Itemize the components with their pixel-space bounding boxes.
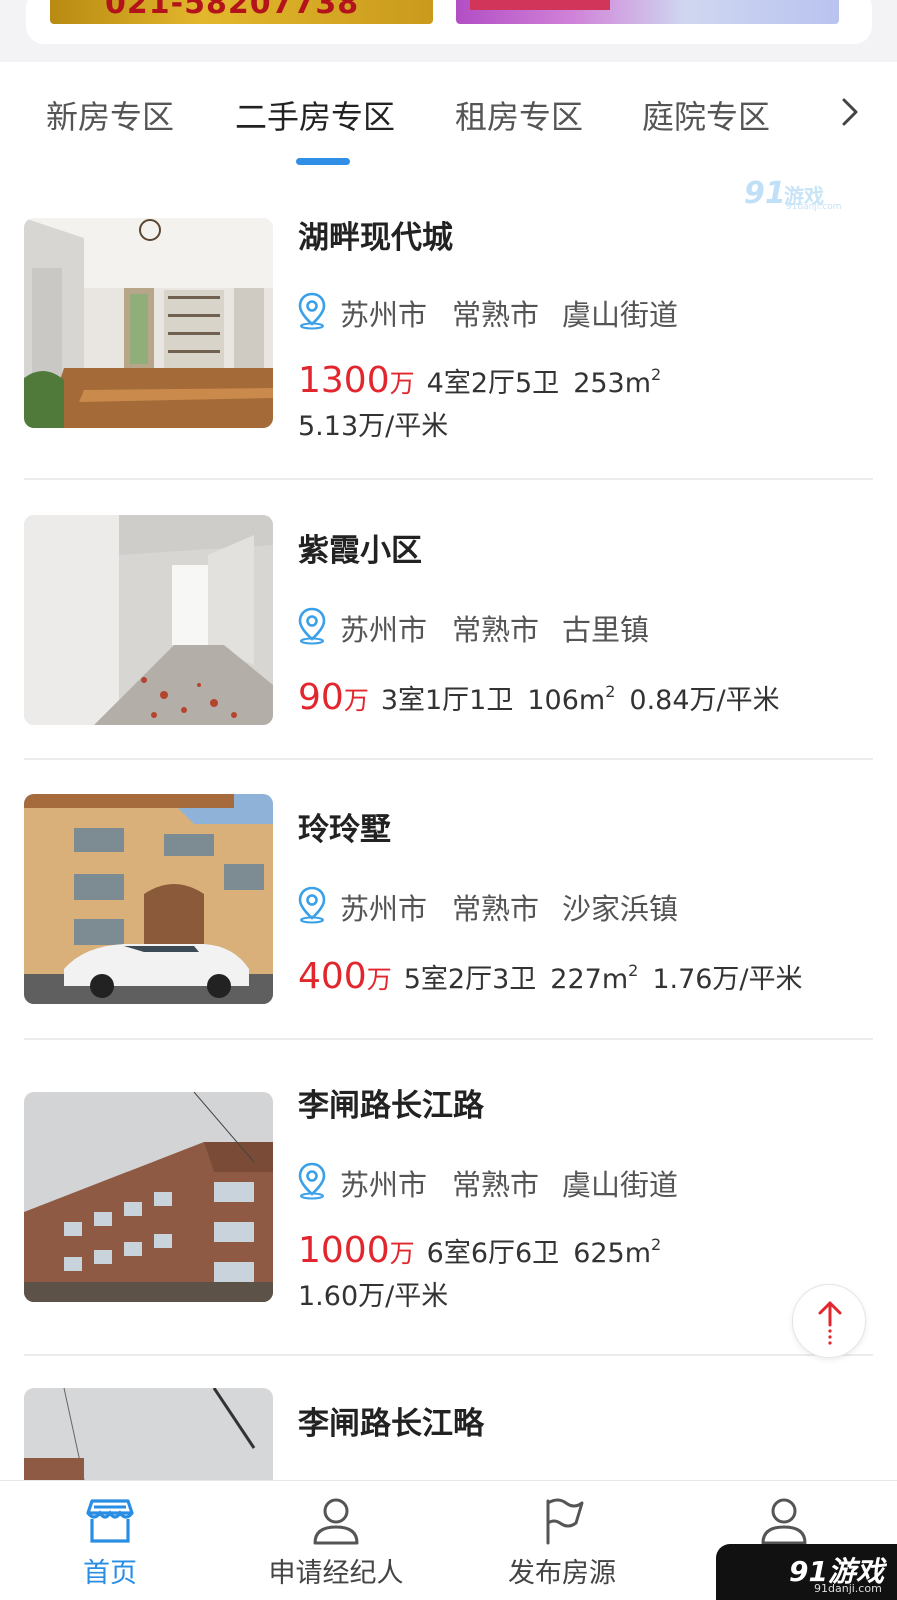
divider [24,1038,873,1040]
listing-unit-price: 1.76万/平米 [652,964,803,995]
listing-title: 紫霞小区 [298,533,422,569]
listing-layout: 5室2厅3卫 [403,964,537,995]
nav-home-label: 首页 [83,1558,137,1589]
listing-title: 李闸路长江路 [298,1088,484,1124]
flag-icon [546,1498,584,1545]
listing-photo [24,794,273,1004]
active-tab-indicator [296,158,350,165]
nav-publish-listing-label: 发布房源 [508,1558,616,1589]
chevron-right-icon[interactable] [836,92,866,132]
listing-unit-price: 1.60万/平米 [298,1281,449,1312]
listing-price-line: 1300万 4室2厅5卫 253m2 [298,360,661,401]
listing-title: 玲玲墅 [298,812,391,848]
location-pin-icon [298,292,326,330]
listing-card[interactable]: 湖畔现代城 苏州市 常熟市 虞山街道 1300万 4室2厅5卫 253m2 5.13… [0,218,897,478]
listing-layout: 6室6厅6卫 [426,1238,560,1269]
scroll-to-top-button[interactable] [792,1284,866,1358]
listing-size: 625m2 [573,1235,662,1269]
location-area: 沙家浜镇 [562,892,679,926]
divider [24,1354,873,1356]
listing-price-unit: 万 [389,369,415,398]
watermark-corner-logo: 91游戏 91danji.com [716,1544,897,1600]
banner-ad-right-graphic [470,0,610,10]
tab-rental[interactable]: 租房专区 [455,92,583,138]
profile-icon [761,1498,807,1545]
listing-photo [24,218,273,428]
location-pin-icon [298,1162,326,1200]
listing-size: 106m2 [527,682,616,716]
listing-card[interactable]: 玲玲墅 苏州市 常熟市 沙家浜镇 400万 5室2厅3卫 227m2 1.76万/平米 [0,794,897,1034]
location-pin-icon [298,886,326,924]
listing-unit-price: 5.13万/平米 [298,411,449,442]
shop-icon [86,1499,134,1543]
listing-card[interactable]: 李闸路长江略 [0,1388,897,1480]
tab-courtyard[interactable]: 庭院专区 [642,92,770,138]
listing-price-line: 400万 5室2厅3卫 227m2 1.76万/平米 [298,956,803,997]
location-area: 虞山街道 [562,298,679,332]
location-district: 常熟市 [452,613,540,647]
listing-size: 227m2 [550,961,639,995]
location-city: 苏州市 [340,892,428,926]
divider [24,478,873,480]
banner-phone-number: 021-58207738 [105,0,360,21]
listing-price: 90 [298,677,344,718]
listing-unit-price: 0.84万/平米 [629,685,780,716]
nav-apply-agent[interactable]: 申请经纪人 [236,1481,436,1600]
location-pin-icon [298,607,326,645]
listing-price: 1300 [298,360,390,401]
location-district: 常熟市 [452,1168,540,1202]
nav-publish-listing[interactable]: 发布房源 [462,1481,662,1600]
listing-card[interactable]: 李闸路长江路 苏州市 常熟市 虞山街道 1000万 6室6厅6卫 625m2 1.6… [0,1088,897,1362]
listing-price: 1000 [298,1230,390,1271]
category-tabs: 新房专区 二手房专区 租房专区 庭院专区 [0,62,897,172]
location-city: 苏州市 [340,1168,428,1202]
tab-new-house[interactable]: 新房专区 [46,92,174,138]
watermark-logo: 91 游戏 91danji.com [744,176,842,212]
listing-layout: 3室1厅1卫 [380,685,514,716]
listing-price-unit: 万 [343,686,369,715]
user-icon [313,1498,359,1545]
main-content: 新房专区 二手房专区 租房专区 庭院专区 91 游戏 91danji.com 湖… [0,62,897,1480]
listing-size: 253m2 [573,365,662,399]
location-area: 虞山街道 [562,1168,679,1202]
nav-home[interactable]: 首页 [10,1481,210,1600]
divider [24,758,873,760]
banner-ad-right[interactable] [456,0,839,24]
listing-price-line: 1000万 6室6厅6卫 625m2 [298,1230,661,1271]
location-area: 古里镇 [562,613,650,647]
nav-apply-agent-label: 申请经纪人 [268,1558,404,1589]
location-district: 常熟市 [452,298,540,332]
listing-photo [24,515,273,725]
location-city: 苏州市 [340,613,428,647]
banner-area: 021-58207738 [0,0,897,62]
listing-title: 湖畔现代城 [298,220,453,256]
listing-photo [24,1388,273,1480]
listing-card[interactable]: 紫霞小区 苏州市 常熟市 古里镇 90万 3室1厅1卫 106m2 0.84万/平米 [0,515,897,755]
listing-layout: 4室2厅5卫 [426,368,560,399]
listing-price-unit: 万 [366,965,392,994]
banner-ad-left[interactable]: 021-58207738 [50,0,433,24]
location-district: 常熟市 [452,892,540,926]
arrow-up-icon [818,1301,842,1345]
location-city: 苏州市 [340,298,428,332]
tab-second-hand[interactable]: 二手房专区 [235,92,395,138]
listing-price-unit: 万 [389,1239,415,1268]
listing-price: 400 [298,956,367,997]
listing-photo [24,1092,273,1302]
listing-price-line: 90万 3室1厅1卫 106m2 0.84万/平米 [298,677,780,718]
listing-title: 李闸路长江略 [298,1406,484,1442]
